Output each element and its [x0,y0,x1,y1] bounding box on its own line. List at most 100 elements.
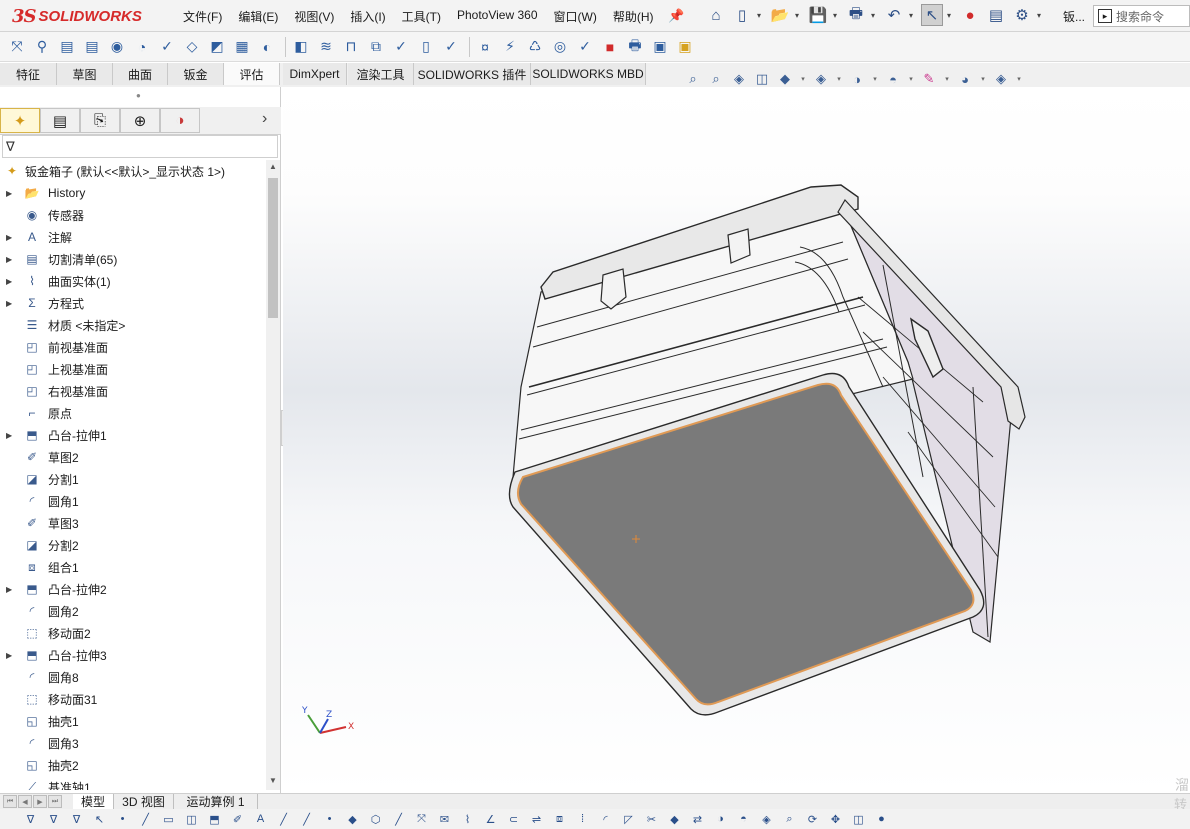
undercut-analysis-icon[interactable]: ⊓ [340,36,362,58]
command-tab-3[interactable]: 钣金 [168,63,224,85]
select-arrow-icon[interactable]: ↖ [89,810,110,828]
options-gear-dropdown-icon[interactable]: ▾ [1037,11,1045,20]
mass-properties-icon[interactable]: ▤ [56,36,78,58]
menu-item-0[interactable]: 文件(F) [183,8,222,25]
hide-show-items-icon[interactable]: ◓ [883,69,903,89]
solidworks-logo[interactable]: 3S SOLIDWORKS [12,5,142,27]
menu-item-7[interactable]: 帮助(H) [613,8,654,25]
symmetry-check-icon[interactable]: ✓ [390,36,412,58]
tree-scrollbar[interactable]: ▲ ▼ [266,160,280,790]
command-tab-8[interactable]: SOLIDWORKS MBD [531,63,646,85]
dimension-icon[interactable]: ⤧ [411,810,432,828]
thickness-analysis-icon[interactable]: ◧ [290,36,312,58]
sustainability-icon[interactable]: ♺ [524,36,546,58]
tree-item[interactable]: ▶ ⬒ 凸台-拉伸1 [0,424,266,446]
display-icon[interactable]: ◑ [710,810,731,828]
menu-item-4[interactable]: 工具(T) [402,8,441,25]
file-properties-icon[interactable]: ▤ [985,4,1007,26]
3d-print-icon[interactable]: 🖶 [624,36,646,58]
mirror-icon[interactable]: ⇌ [526,810,547,828]
performance-evaluation-icon[interactable]: ◔ [131,36,153,58]
slot-icon[interactable]: ⊂ [503,810,524,828]
tree-scroll-thumb[interactable] [268,178,278,318]
graphics-area[interactable]: Y X Z 溜 [283,87,1190,793]
filter-faces-icon[interactable]: ∇ [43,810,64,828]
pin-menu-icon[interactable]: 📌 [668,8,684,24]
tree-item[interactable]: ☰ 材质 <未指定> [0,314,266,336]
save-icon[interactable]: 💾 [807,4,829,26]
check-active-icon[interactable]: ✓ [574,36,596,58]
text-icon[interactable]: A [250,810,271,828]
select-arrow-icon[interactable]: ↖ [921,4,943,26]
tree-item[interactable]: ◜ 圆角2 [0,600,266,622]
tree-item[interactable]: ⟋ 基准轴1 [0,776,266,791]
menu-item-2[interactable]: 视图(V) [294,8,334,25]
save-dropdown-icon[interactable]: ▾ [833,11,841,20]
undo-icon[interactable]: ↶ [883,4,905,26]
design-checker-icon[interactable]: ✓ [440,36,462,58]
tree-item[interactable]: ▶ ▤ 切割清单(65) [0,248,266,270]
expand-arrow-icon[interactable]: ▶ [6,299,14,308]
dimxpertmanager-tab-icon[interactable]: ⊕ [120,108,160,133]
tree-item[interactable]: ◱ 抽壳2 [0,754,266,776]
tree-item[interactable]: ✐ 草图3 [0,512,266,534]
menu-item-1[interactable]: 编辑(E) [238,8,278,25]
dynamic-annotation-dropdown-icon[interactable]: ▾ [798,75,808,83]
tree-item[interactable]: ▶ ⬒ 凸台-拉伸2 [0,578,266,600]
filter-edges-icon[interactable]: ∇ [66,810,87,828]
last-tab-icon[interactable]: ⏭ [48,795,62,808]
print-icon[interactable]: 🖶 [845,4,867,26]
display-style-icon[interactable]: ◑ [847,69,867,89]
first-tab-icon[interactable]: ⏮ [3,795,17,808]
hide-show-items-dropdown-icon[interactable]: ▾ [906,75,916,83]
3d-pdf-icon[interactable]: ▣ [649,36,671,58]
propertymanager-tab-icon[interactable]: ▤ [40,108,80,133]
convert-icon[interactable]: ⇄ [687,810,708,828]
costing-icon[interactable]: ¤ [474,36,496,58]
expand-arrow-icon[interactable]: ▶ [6,233,14,242]
view-icon[interactable]: ◈ [756,810,777,828]
tree-item[interactable]: ◰ 右视基准面 [0,380,266,402]
bottom-tab-0[interactable]: 模型 [73,794,114,809]
tree-item[interactable]: ▶ ⬒ 凸台-拉伸3 [0,644,266,666]
next-tab-icon[interactable]: ▶ [33,795,47,808]
display-style-dropdown-icon[interactable]: ▾ [870,75,880,83]
bottom-tab-1[interactable]: 3D 视图 [114,794,174,809]
command-tab-0[interactable]: 特征 [0,63,57,85]
dfm-icon[interactable]: ◎ [549,36,571,58]
command-tab-4[interactable]: 评估 [224,63,280,85]
pattern-icon[interactable]: ⁞ [572,810,593,828]
zoom-icon[interactable]: ⌕ [779,810,800,828]
featuremanager-tab-icon[interactable]: ✦ [0,108,40,133]
scroll-up-icon[interactable]: ▲ [269,162,277,171]
previous-view-icon[interactable]: ◈ [729,69,749,89]
line-icon[interactable]: ╱ [273,810,294,828]
view-orientation-dropdown-icon[interactable]: ▾ [834,75,844,83]
new-document-icon[interactable]: ▯ [731,4,753,26]
centerline-icon[interactable]: ╱ [296,810,317,828]
tree-item[interactable]: ✐ 草图2 [0,446,266,468]
panel-grip-icon[interactable]: ● [136,91,141,100]
tree-item[interactable]: ▶ ⌇ 曲面实体(1) [0,270,266,292]
tree-item[interactable]: ⬚ 移动面2 [0,622,266,644]
trim-icon[interactable]: ✂ [641,810,662,828]
displaymanager-tab-icon[interactable]: ◑ [160,108,200,133]
zoom-to-area-icon[interactable]: ⌕ [706,69,726,89]
compare-documents-icon[interactable]: ▯ [415,36,437,58]
tree-item[interactable]: ▶ 📂 History [0,182,266,204]
scroll-down-icon[interactable]: ▼ [269,776,277,785]
tree-item[interactable]: ◪ 分割1 [0,468,266,490]
stop-icon[interactable]: ■ [599,36,621,58]
extrude-icon[interactable]: ⬒ [204,810,225,828]
view-settings-dropdown-icon[interactable]: ▾ [1014,75,1024,83]
tree-item[interactable]: ◜ 圆角1 [0,490,266,512]
edit-appearance-dropdown-icon[interactable]: ▾ [942,75,952,83]
tree-item[interactable]: ◰ 前视基准面 [0,336,266,358]
rebuild-traffic-light-icon[interactable]: ● [959,4,981,26]
expand-arrow-icon[interactable]: ▶ [6,585,14,594]
zoom-to-fit-icon[interactable]: ⌕ [683,69,703,89]
select-arrow-dropdown-icon[interactable]: ▾ [947,11,955,20]
tree-root-part[interactable]: ✦ 钣金箱子 (默认<<默认>_显示状态 1>) [0,160,266,182]
zebra-stripes-icon[interactable]: ▦ [231,36,253,58]
tree-item[interactable]: ◪ 分割2 [0,534,266,556]
